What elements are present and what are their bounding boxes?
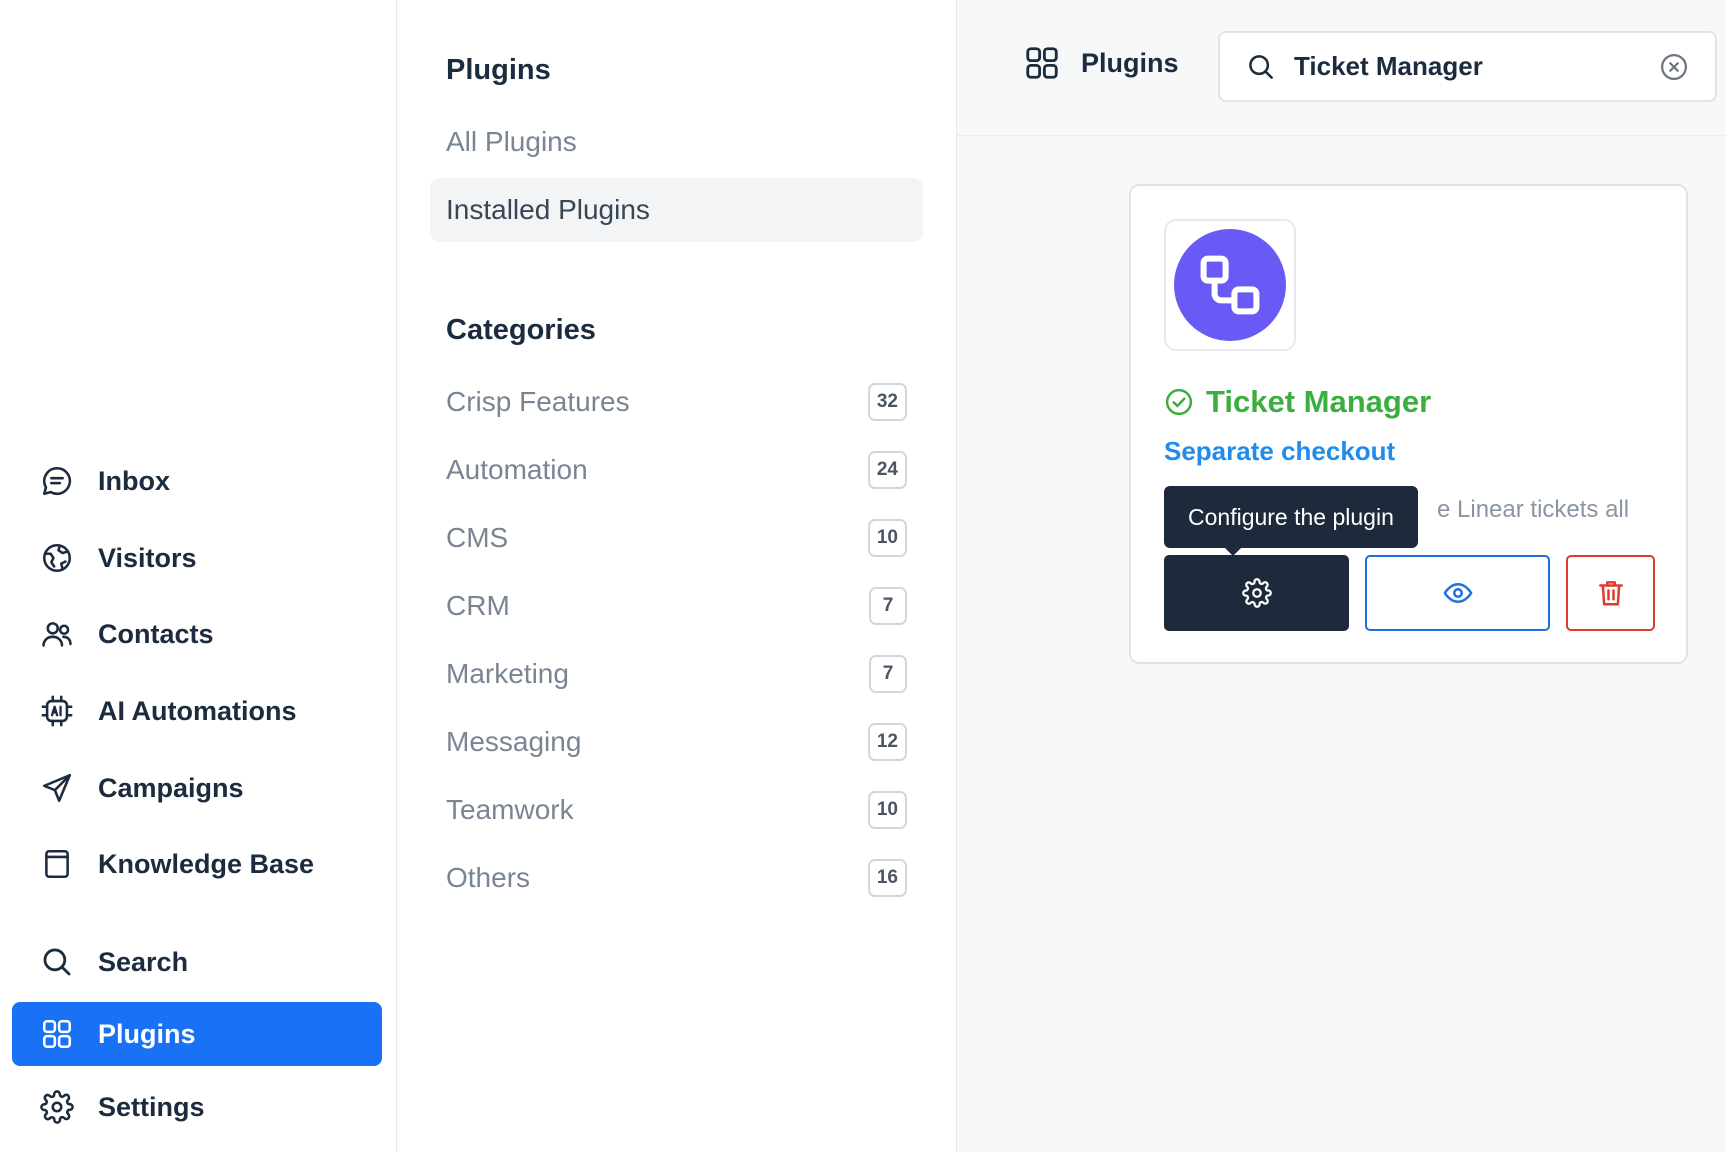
category-item-teamwork[interactable]: Teamwork 10	[430, 785, 923, 835]
nav-item-plugins[interactable]: Plugins	[12, 1002, 382, 1066]
nav-label-plugins: Plugins	[98, 1018, 196, 1049]
plugin-subtitle-link[interactable]: Separate checkout	[1164, 436, 1395, 467]
category-count-badge: 7	[869, 655, 907, 693]
main-pane: Plugins Ticket Manager Ticket Manager Se…	[957, 0, 1726, 1152]
gear-icon	[1241, 578, 1272, 608]
categories-heading: Categories	[446, 314, 596, 346]
category-count-badge: 24	[867, 451, 907, 489]
nav-label-campaigns: Campaigns	[98, 772, 244, 803]
category-label: Automation	[446, 454, 588, 485]
paper-plane-icon	[40, 771, 74, 805]
nav-item-campaigns[interactable]: Campaigns	[12, 756, 382, 820]
plugin-logo	[1164, 219, 1296, 351]
plugin-description-text: e Linear tickets all	[1437, 496, 1630, 523]
category-item-crisp-features[interactable]: Crisp Features 32	[430, 377, 923, 427]
category-item-cms[interactable]: CMS 10	[430, 513, 923, 563]
clear-search-icon[interactable]	[1659, 52, 1689, 82]
search-icon	[1246, 52, 1276, 82]
configure-tooltip: Configure the plugin	[1164, 486, 1418, 556]
plugin-name-text: Ticket Manager	[1206, 384, 1432, 419]
category-count-badge: 12	[867, 723, 907, 761]
category-label: Teamwork	[446, 794, 574, 825]
view-plugin-button[interactable]	[1365, 555, 1550, 631]
ai-chip-icon	[40, 694, 74, 728]
category-count-badge: 32	[867, 383, 907, 421]
book-icon	[40, 847, 74, 881]
nav-label-settings: Settings	[98, 1091, 205, 1122]
page-title: Plugins	[1023, 44, 1179, 82]
main-nav: Inbox Visitors Contacts AI Automations C…	[0, 0, 397, 1152]
plugin-card: Ticket Manager Separate checkout e Linea…	[1129, 184, 1688, 664]
sidebar-link-installed-plugins[interactable]: Installed Plugins	[430, 178, 923, 242]
category-label: Crisp Features	[446, 386, 630, 417]
category-item-automation[interactable]: Automation 24	[430, 445, 923, 495]
nav-label-ai-automations: AI Automations	[98, 695, 297, 726]
nav-item-ai-automations[interactable]: AI Automations	[12, 679, 382, 743]
nav-label-contacts: Contacts	[98, 618, 214, 649]
search-icon	[40, 945, 74, 979]
grid-icon	[40, 1017, 74, 1051]
category-item-messaging[interactable]: Messaging 12	[430, 717, 923, 767]
topbar: Plugins	[957, 0, 1726, 136]
nav-item-visitors[interactable]: Visitors	[12, 526, 382, 590]
eye-icon	[1443, 583, 1472, 603]
category-count-badge: 16	[867, 859, 907, 897]
nav-label-inbox: Inbox	[98, 465, 170, 496]
category-label: CRM	[446, 590, 510, 621]
gear-icon	[40, 1090, 74, 1124]
category-count-badge: 10	[867, 519, 907, 557]
category-item-marketing[interactable]: Marketing 7	[430, 649, 923, 699]
category-item-crm[interactable]: CRM 7	[430, 581, 923, 631]
category-label: Messaging	[446, 726, 582, 757]
sidebar-link-all-plugins[interactable]: All Plugins	[430, 110, 923, 174]
nav-item-settings[interactable]: Settings	[12, 1075, 382, 1139]
category-label: CMS	[446, 522, 509, 553]
linked-squares-icon	[1174, 229, 1286, 341]
plugins-sidebar: Plugins All Plugins Installed Plugins Ca…	[397, 0, 957, 1152]
category-count-badge: 10	[867, 791, 907, 829]
category-count-badge: 7	[869, 587, 907, 625]
page-title-text: Plugins	[1081, 47, 1179, 78]
configure-plugin-button[interactable]	[1164, 555, 1349, 631]
nav-label-knowledge-base: Knowledge Base	[98, 848, 315, 879]
nav-label-search: Search	[98, 946, 189, 977]
globe-icon	[40, 541, 74, 575]
nav-item-contacts[interactable]: Contacts	[12, 602, 382, 666]
plugin-search-box	[1218, 31, 1717, 102]
nav-item-inbox[interactable]: Inbox	[12, 449, 382, 513]
plugin-name: Ticket Manager	[1164, 384, 1431, 420]
users-icon	[40, 617, 74, 651]
chat-bubble-icon	[40, 464, 74, 498]
category-label: Others	[446, 862, 531, 893]
grid-icon	[1023, 44, 1061, 82]
app-window: Inbox Visitors Contacts AI Automations C…	[0, 0, 1726, 1152]
plugins-heading: Plugins	[446, 54, 551, 86]
nav-label-visitors: Visitors	[98, 542, 197, 573]
category-item-others[interactable]: Others 16	[430, 853, 923, 903]
trash-icon	[1598, 581, 1623, 606]
check-circle-icon	[1164, 387, 1194, 417]
category-label: Marketing	[446, 658, 569, 689]
nav-item-search[interactable]: Search	[12, 930, 382, 994]
uninstall-plugin-button[interactable]	[1566, 555, 1655, 631]
nav-item-knowledge-base[interactable]: Knowledge Base	[12, 832, 382, 896]
search-input[interactable]	[1294, 51, 1654, 82]
